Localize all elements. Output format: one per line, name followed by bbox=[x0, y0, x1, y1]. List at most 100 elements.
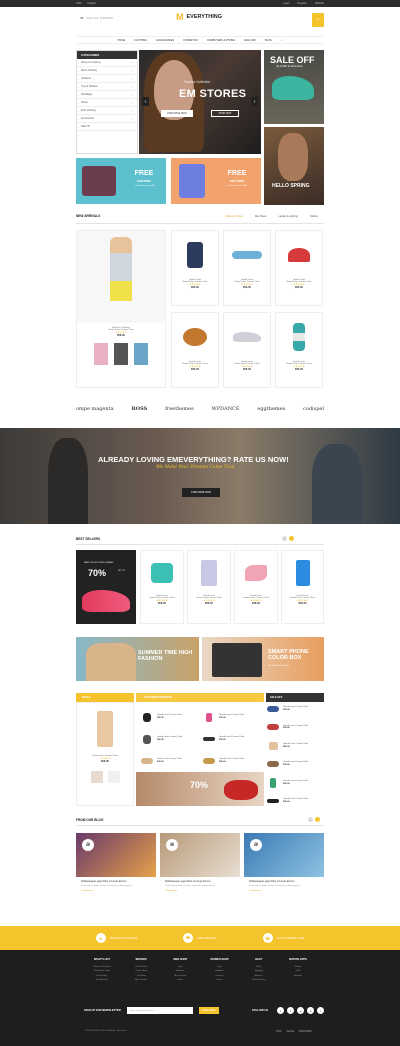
next-icon[interactable]: › bbox=[315, 817, 320, 822]
search-icon[interactable]: ⌕ bbox=[281, 39, 282, 42]
deal-product-card[interactable]: Grand Louis Carven Chair ★★★★★ $58.00 bbox=[76, 702, 134, 806]
blog-post[interactable]: 26 MAY Pellentesque eget dolor sit amet d… bbox=[160, 833, 240, 894]
blog-post[interactable]: 28 MAY Pellentesque eget dolor sit amet d… bbox=[244, 833, 324, 894]
thumbnail[interactable] bbox=[134, 343, 148, 365]
featured-item[interactable]: Grand Louis Carven Chair $56.00 bbox=[140, 730, 202, 748]
tab-tablets[interactable]: Tablets bbox=[310, 215, 318, 218]
subscribe-button[interactable]: SUBSCRIBE bbox=[198, 1007, 219, 1014]
product-card[interactable]: Grand Louis Grand Louis Carven Chair ★★★… bbox=[234, 550, 278, 624]
brand-logo[interactable]: freethemes bbox=[165, 406, 194, 412]
register-link[interactable]: Register bbox=[297, 2, 307, 5]
hero-slider[interactable]: Fashion Collection EM STORES PURCHASE NO… bbox=[139, 50, 261, 154]
rss-icon[interactable]: r bbox=[317, 1007, 325, 1014]
category-item[interactable]: Outdoors › bbox=[77, 75, 137, 83]
deals-tab[interactable]: DEALS bbox=[76, 693, 134, 702]
nav-sale[interactable]: SALE OFF bbox=[244, 39, 256, 42]
nav-clothing[interactable]: CLOTHING bbox=[134, 39, 147, 42]
sale-item[interactable]: Grand Louis Carven Chair $58.00 bbox=[266, 796, 324, 806]
sale-item[interactable]: Grand Louis Carven Chair $58.00 bbox=[266, 704, 324, 714]
site-logo[interactable]: M EVERYTHING bbox=[176, 12, 222, 22]
brand-logo[interactable]: WPDANCE bbox=[212, 406, 240, 412]
brand-logo[interactable]: ompe magenta bbox=[76, 406, 114, 412]
shop-now-button[interactable]: SHOP NOW bbox=[211, 110, 239, 117]
sale-item[interactable]: Grand Louis Carven Chair $58.00 bbox=[266, 722, 324, 732]
tab-men-wear[interactable]: Men Wear bbox=[255, 215, 267, 218]
product-card[interactable]: Grand Louis Grand Louis Carven Chair ★★★… bbox=[275, 230, 323, 306]
google-plus-icon[interactable]: g bbox=[297, 1007, 305, 1014]
featured-item[interactable]: Grand Louis Carven Chair $56.00 bbox=[140, 708, 202, 726]
brand-logo[interactable]: codispel bbox=[303, 406, 324, 412]
sale-item[interactable]: Grand Louis Carven Chair $58.00 bbox=[266, 759, 324, 769]
next-icon[interactable]: › bbox=[289, 536, 294, 541]
blog-post-title[interactable]: Pellentesque eget dolor sit amet dictum bbox=[76, 877, 156, 884]
wishlist-link[interactable]: Wishlist bbox=[315, 2, 324, 5]
read-more-link[interactable]: » Read more bbox=[244, 888, 324, 894]
thumbnail[interactable] bbox=[90, 771, 103, 783]
category-item[interactable]: Handbags › bbox=[77, 91, 137, 99]
featured-item[interactable]: Grand Louis Carven Chair $56.00 bbox=[202, 708, 264, 726]
nav-computers[interactable]: COMPUTERS & PHONE bbox=[207, 39, 235, 42]
thumbnail[interactable] bbox=[114, 343, 128, 365]
featured-item[interactable]: Grand Louis Carven Chair $56.00 bbox=[202, 730, 264, 748]
category-item[interactable]: Toys & Hobbies › bbox=[77, 83, 137, 91]
product-card[interactable]: Grand Louis Grand Louis Carven Chair ★★★… bbox=[223, 312, 271, 388]
thumbnail[interactable] bbox=[94, 343, 108, 365]
featured-item[interactable]: Grand Louis Carven Chair $56.00 bbox=[140, 752, 202, 770]
category-item[interactable]: Men's Clothing › bbox=[77, 67, 137, 75]
read-more-link[interactable]: » Read more bbox=[160, 888, 240, 894]
featured-products-tab[interactable]: FEATURED PRODUCTS bbox=[136, 693, 264, 702]
tab-womens-wear[interactable]: Women's Wear bbox=[226, 215, 243, 218]
nav-accessories[interactable]: ACCESSORIES bbox=[156, 39, 174, 42]
blog-post-title[interactable]: Pellentesque eget dolor sit amet dictum bbox=[244, 877, 324, 884]
purchase-now-button[interactable]: PURCHASE NOW bbox=[161, 110, 193, 117]
purchase-now-button[interactable]: PURCHASE NOW bbox=[182, 488, 220, 497]
currency-select[interactable]: USD bbox=[76, 2, 81, 5]
product-card[interactable]: Grand Louis Grand Louis Carven Chair ★★★… bbox=[223, 230, 271, 306]
featured-item[interactable]: Grand Louis Carven Chair $56.00 bbox=[202, 752, 264, 770]
nav-cosmetics[interactable]: COSMETICS bbox=[183, 39, 198, 42]
sale-item[interactable]: Grand Louis Carven Chair $58.00 bbox=[266, 777, 324, 788]
brand-logo[interactable]: eggthemes bbox=[257, 406, 285, 412]
next-slide-icon[interactable]: › bbox=[251, 97, 258, 106]
pinterest-icon[interactable]: p bbox=[307, 1007, 315, 1014]
prev-icon[interactable]: ‹ bbox=[282, 536, 287, 541]
prev-icon[interactable]: ‹ bbox=[308, 817, 313, 822]
facebook-icon[interactable]: f bbox=[287, 1007, 295, 1014]
nav-blog[interactable]: BLOG bbox=[265, 39, 272, 42]
product-card[interactable]: Grand Louis Grand Louis Carven Chair ★★★… bbox=[140, 550, 184, 624]
thumbnail[interactable] bbox=[107, 771, 120, 783]
cart-button[interactable]: 0 bbox=[312, 13, 324, 27]
language-select[interactable]: English bbox=[87, 2, 96, 5]
newsletter-email-input[interactable]: Enter your email address bbox=[126, 1007, 193, 1014]
free-returns-banner[interactable]: FREE RETURNS On all orders over $99 bbox=[171, 158, 261, 204]
read-more-link[interactable]: » Read more bbox=[76, 888, 156, 894]
product-card[interactable]: Grand Louis Grand Louis Carven Chair ★★★… bbox=[171, 312, 219, 388]
hello-spring-banner[interactable]: HELLO SPRING bbox=[264, 127, 324, 205]
blog-post[interactable]: 28 MAY Pellentesque eget dolor sit amet d… bbox=[76, 833, 156, 894]
summer-fashion-banner[interactable]: SUMMER TIME HIGH FASHION bbox=[76, 637, 199, 681]
product-card[interactable]: Grand Louis Grand Louis Carven Chair ★★★… bbox=[187, 550, 231, 624]
product-card[interactable]: Grand Louis Grand Louis Carven Chair ★★★… bbox=[171, 230, 219, 306]
blog-post-title[interactable]: Pellentesque eget dolor sit amet dictum bbox=[160, 877, 240, 884]
category-item[interactable]: Sale Off bbox=[77, 123, 137, 131]
category-item[interactable]: Kid's Clothing › bbox=[77, 107, 137, 115]
smart-phone-banner[interactable]: SMART PHONE COLOR BOX Get 10% off for al… bbox=[202, 637, 324, 681]
collection-promo[interactable]: NEW COLLECTION COMING 70% UP TO bbox=[76, 550, 136, 624]
prev-slide-icon[interactable]: ‹ bbox=[142, 97, 149, 106]
product-card[interactable]: Grand Louis Grand Louis Carven Chair ★★★… bbox=[281, 550, 324, 624]
category-item[interactable]: Accessories › bbox=[77, 115, 137, 123]
category-item[interactable]: Shoes › bbox=[77, 99, 137, 107]
product-card[interactable]: Grand Louis Grand Louis Carven Chair ★★★… bbox=[275, 312, 323, 388]
sale-item[interactable]: Grand Louis Carven Chair $58.00 bbox=[266, 741, 324, 751]
sale-off-banner[interactable]: SALE OFF Up to 50% for all product bbox=[264, 50, 324, 124]
sale-promo-banner[interactable]: 70% bbox=[136, 772, 264, 806]
nav-home[interactable]: HOME bbox=[118, 39, 126, 42]
tab-laptop[interactable]: Laptop & Lighting bbox=[278, 215, 297, 218]
category-item[interactable]: Women's Clothing › bbox=[77, 59, 137, 67]
featured-product-card[interactable]: Women's Clothing Grand Louis Carven Chai… bbox=[76, 230, 166, 388]
sale-off-tab[interactable]: SALE OFF bbox=[266, 693, 324, 702]
login-link[interactable]: Login bbox=[283, 2, 289, 5]
brand-logo[interactable]: BOSS bbox=[131, 406, 147, 412]
free-shipping-banner[interactable]: FREE SHIPPING On all orders over $99 bbox=[76, 158, 166, 204]
twitter-icon[interactable]: t bbox=[277, 1007, 285, 1014]
